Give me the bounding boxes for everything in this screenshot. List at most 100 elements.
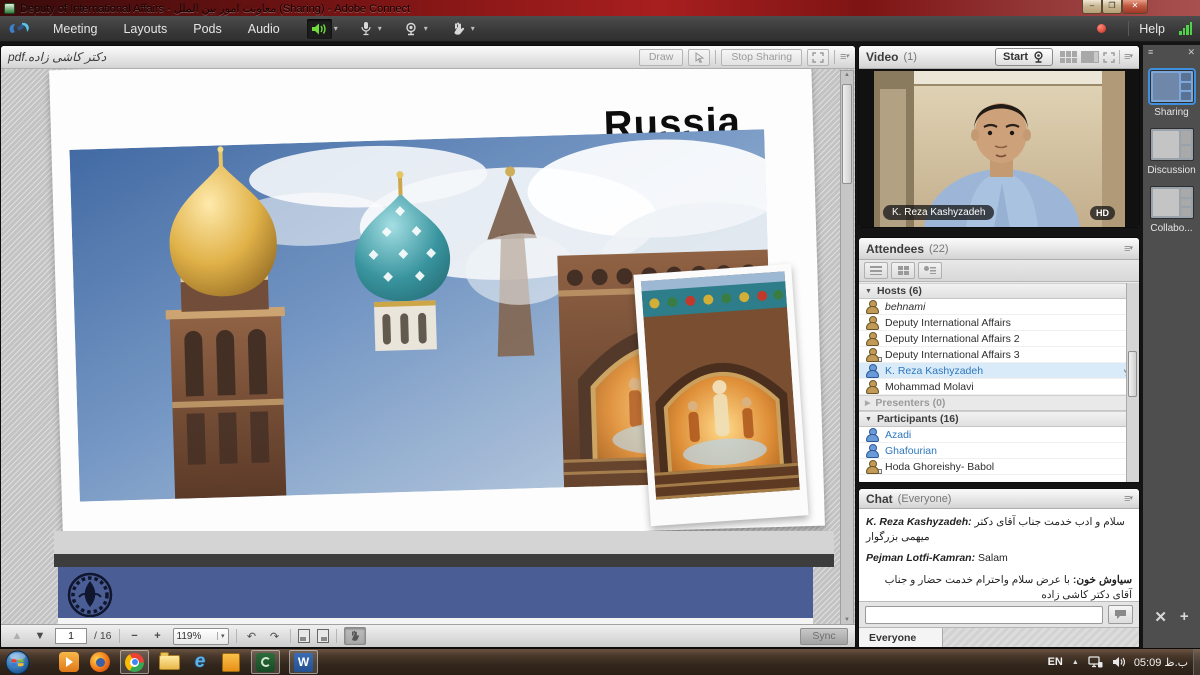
attendee-row[interactable]: behnami: [859, 299, 1139, 315]
hosts-section[interactable]: ▼ Hosts (6): [859, 283, 1139, 299]
stop-sharing-button[interactable]: Stop Sharing: [721, 49, 802, 66]
menu-pods[interactable]: Pods: [180, 16, 235, 42]
microphone-button[interactable]: [356, 19, 376, 39]
video-count: (1): [903, 51, 916, 63]
attendee-row[interactable]: Deputy International Affairs 2: [859, 331, 1139, 347]
chat-tab-everyone[interactable]: Everyone: [859, 628, 943, 647]
app-icon: [4, 3, 15, 14]
zoom-level-select[interactable]: 119% ▾: [173, 628, 229, 645]
minimize-button[interactable]: –: [1082, 0, 1102, 14]
attendee-row[interactable]: Deputy International Affairs: [859, 315, 1139, 331]
layout-label: Collabo...: [1143, 223, 1200, 234]
attendee-row[interactable]: Hoda Ghoreishy- Babol: [859, 459, 1139, 475]
filmstrip-view-icon[interactable]: [1081, 51, 1099, 63]
menu-meeting[interactable]: Meeting: [40, 16, 110, 42]
video-name-tag: K. Reza Kashyzadeh: [883, 205, 994, 220]
layout-thumbnail: [1150, 186, 1194, 219]
chat-input[interactable]: [865, 606, 1103, 624]
add-layout-icon[interactable]: +: [1180, 608, 1189, 626]
pan-tool-button[interactable]: [344, 627, 366, 645]
participants-section[interactable]: ▼ Participants (16): [859, 411, 1139, 427]
layout-item-collaboration[interactable]: Collabo...: [1143, 186, 1200, 234]
clock[interactable]: 05:09 ب.ظ: [1134, 656, 1188, 669]
page-down-button[interactable]: ▼: [32, 630, 48, 642]
status-view-button[interactable]: [918, 262, 942, 279]
raise-hand-button[interactable]: [446, 19, 469, 39]
close-button[interactable]: ✕: [1122, 0, 1148, 14]
sync-button[interactable]: Sync: [800, 628, 848, 645]
breakout-view-button[interactable]: [891, 262, 915, 279]
scrollbar-thumb[interactable]: [842, 84, 852, 184]
fullscreen-icon[interactable]: [1103, 52, 1115, 63]
attendee-row[interactable]: Deputy International Affairs 3: [859, 347, 1139, 363]
start-webcam-button[interactable]: Start: [995, 48, 1053, 66]
window-title-bar[interactable]: Deputy of International Affairs - معاونت…: [0, 0, 1200, 16]
menu-layouts[interactable]: Layouts: [110, 16, 180, 42]
speaker-dropdown[interactable]: ▾: [332, 24, 342, 33]
taskbar-firefox-icon[interactable]: [89, 651, 111, 673]
video-pod-menu-button[interactable]: ≡▾: [1124, 51, 1132, 63]
share-pod-menu-button[interactable]: ≡▾: [840, 51, 848, 63]
taskbar-ie-icon[interactable]: e: [189, 651, 211, 673]
help-menu[interactable]: Help: [1139, 22, 1165, 36]
page-up-button[interactable]: ▲: [9, 630, 25, 642]
speaker-button[interactable]: [307, 19, 332, 39]
page-number-input[interactable]: [55, 628, 87, 644]
presenters-section[interactable]: ▶ Presenters (0): [859, 395, 1139, 411]
fit-width-button[interactable]: [298, 629, 310, 643]
draw-button[interactable]: Draw: [639, 49, 684, 66]
taskbar-chrome-icon[interactable]: [120, 650, 149, 674]
attendee-row-selected[interactable]: K. Reza Kashyzadeh: [859, 363, 1139, 379]
tray-expand-icon[interactable]: ▲: [1072, 659, 1079, 666]
microphone-icon: [360, 21, 372, 36]
document-viewport[interactable]: Russia: [1, 69, 855, 624]
language-indicator[interactable]: EN: [1048, 656, 1063, 668]
attendee-row[interactable]: Azadi: [859, 427, 1139, 443]
taskbar-notes-icon[interactable]: [220, 651, 242, 673]
rail-menu-icon[interactable]: ≡: [1148, 47, 1153, 58]
undo-button[interactable]: ↶: [244, 630, 260, 643]
attendees-pod-menu-button[interactable]: ≡▾: [1124, 243, 1132, 255]
zoom-dropdown-icon: ▾: [217, 632, 225, 640]
document-scrollbar[interactable]: ▲ ▼: [840, 70, 854, 624]
scroll-up-icon[interactable]: ▲: [841, 72, 853, 78]
recording-indicator-icon: [1097, 24, 1106, 33]
webcam-icon: [1032, 51, 1045, 63]
scroll-down-icon[interactable]: ▼: [841, 617, 853, 623]
collapse-icon: ▼: [865, 288, 872, 295]
send-message-button[interactable]: [1108, 605, 1133, 624]
page-separator: [54, 554, 834, 567]
show-desktop-button[interactable]: [1193, 649, 1200, 675]
attendee-list-view-button[interactable]: [864, 262, 888, 279]
rail-close-icon[interactable]: ✕: [1187, 47, 1195, 58]
scrollbar-thumb[interactable]: [1128, 351, 1137, 397]
attendee-row[interactable]: Mohammad Molavi: [859, 379, 1139, 395]
zoom-out-button[interactable]: −: [127, 630, 143, 642]
zoom-in-button[interactable]: +: [150, 630, 166, 642]
attendees-scrollbar[interactable]: [1126, 283, 1139, 482]
layout-item-discussion[interactable]: Discussion: [1143, 128, 1200, 176]
attendee-row[interactable]: Ghafourian: [859, 443, 1139, 459]
taskbar-explorer-icon[interactable]: [158, 651, 180, 673]
webcam-dropdown[interactable]: ▾: [422, 24, 432, 33]
redo-button[interactable]: ↷: [267, 630, 283, 643]
webcam-button[interactable]: [400, 19, 422, 39]
fullscreen-button[interactable]: [807, 49, 829, 66]
start-button[interactable]: [5, 650, 30, 675]
volume-icon[interactable]: [1112, 656, 1125, 668]
maximize-button[interactable]: ❐: [1102, 0, 1122, 14]
close-pod-icon[interactable]: ✕: [1154, 608, 1167, 626]
grid-view-icon[interactable]: [1060, 51, 1077, 63]
microphone-dropdown[interactable]: ▾: [376, 24, 386, 33]
chat-pod-menu-button[interactable]: ≡▾: [1124, 493, 1132, 505]
pointer-tool-button[interactable]: [688, 49, 710, 66]
network-icon[interactable]: [1088, 656, 1103, 668]
taskbar-word-icon[interactable]: W: [289, 650, 318, 674]
taskbar-media-player-icon[interactable]: [58, 651, 80, 673]
menu-bar: Meeting Layouts Pods Audio ▾ ▾: [0, 16, 1200, 42]
layout-item-sharing[interactable]: Sharing: [1143, 70, 1200, 118]
raise-hand-dropdown[interactable]: ▾: [469, 24, 479, 33]
menu-audio[interactable]: Audio: [235, 16, 293, 42]
fit-page-button[interactable]: [317, 629, 329, 643]
taskbar-adobe-connect-icon[interactable]: [251, 650, 280, 674]
